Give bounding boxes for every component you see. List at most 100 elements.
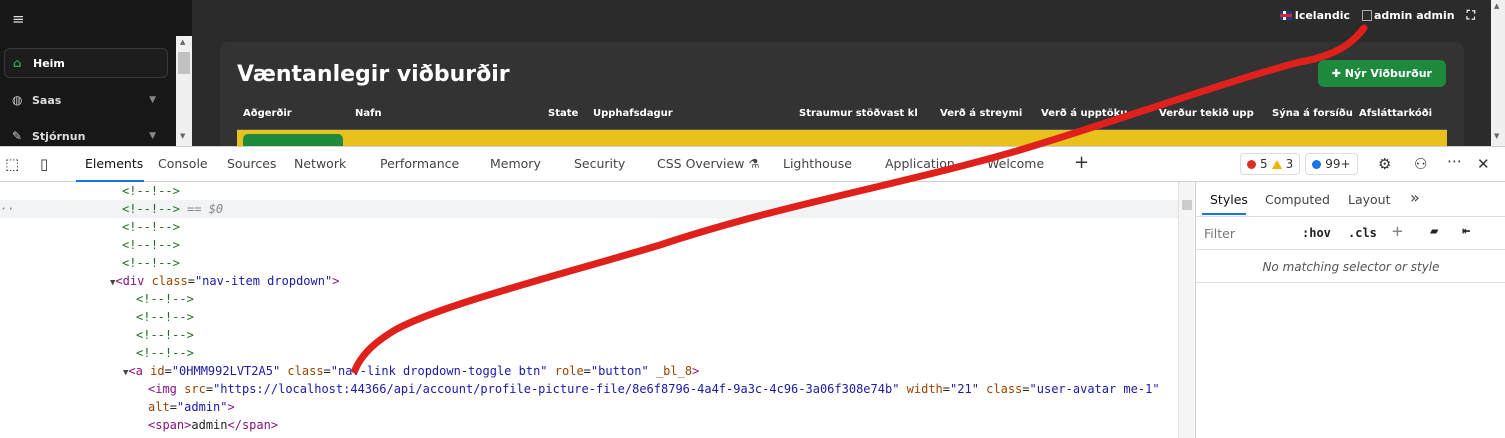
tab-lighthouse[interactable]: Lighthouse xyxy=(783,156,852,171)
inspect-element-icon[interactable]: ⬚ xyxy=(5,155,19,173)
attr-value: "user-avatar me-1" xyxy=(1029,382,1160,396)
attr-value: "button" xyxy=(590,364,649,378)
tab-computed[interactable]: Computed xyxy=(1265,192,1330,207)
scrollbar-thumb[interactable] xyxy=(1182,200,1192,210)
dom-comment-node[interactable]: <!--!--> xyxy=(122,218,180,236)
error-icon xyxy=(1247,159,1256,169)
column-header[interactable]: Verð á streymi xyxy=(940,108,1022,119)
page-scrollbar[interactable]: ▲ ▼ xyxy=(1491,0,1505,146)
dom-comment-node[interactable]: <!--!--> xyxy=(136,290,194,308)
tag-name: a xyxy=(135,364,143,378)
attr-value-link[interactable]: "https://localhost:44366/api/account/pro… xyxy=(213,382,899,396)
dom-span-node[interactable]: <span>admin</span> xyxy=(148,416,278,434)
tab-memory[interactable]: Memory xyxy=(490,156,541,171)
node-ellipsis[interactable]: ·· xyxy=(0,200,14,218)
dom-comment-node[interactable]: <!--!--> xyxy=(122,236,180,254)
row-action-button[interactable] xyxy=(243,134,343,146)
new-style-rule-icon[interactable]: + xyxy=(1392,221,1403,242)
column-header[interactable]: Afsláttarkóði xyxy=(1359,108,1432,119)
dom-comment-node[interactable]: <!--!--> xyxy=(136,308,194,326)
sidebar-item-stjornun[interactable]: ✎ Stjórnun ▼ xyxy=(4,121,168,146)
text-node: admin xyxy=(191,418,228,432)
comment-text: <!--!--> xyxy=(136,310,194,324)
dom-comment-node-selected[interactable]: ·· <!--!--> == $0 xyxy=(0,200,1178,218)
tab-elements[interactable]: Elements xyxy=(85,156,143,171)
scrollbar-thumb[interactable] xyxy=(178,52,190,74)
dom-comment-node[interactable]: <!--!--> xyxy=(136,344,194,362)
attr-name: class xyxy=(986,382,1023,396)
language-selector[interactable]: Icelandic xyxy=(1279,9,1350,22)
customize-icon[interactable]: ⚇ xyxy=(1414,155,1427,173)
tab-styles[interactable]: Styles xyxy=(1210,192,1248,207)
tag-name: div xyxy=(122,274,145,288)
scroll-up-icon[interactable]: ▲ xyxy=(180,38,185,46)
attr-value: "nav-link dropdown-toggle btn" xyxy=(330,364,548,378)
sidebar-item-label: Stjórnun xyxy=(32,129,86,143)
elements-scrollbar[interactable] xyxy=(1178,182,1194,438)
table-row[interactable] xyxy=(237,130,1447,146)
tab-security[interactable]: Security xyxy=(574,156,625,171)
tab-network[interactable]: Network xyxy=(294,156,346,171)
sidebar-item-saas[interactable]: ◍ Saas ▼ xyxy=(4,85,168,115)
column-header[interactable]: Straumur stöðvast kl xyxy=(799,108,918,119)
new-event-label: Nýr Viðburður xyxy=(1344,67,1432,80)
column-header[interactable]: Sýna á forsíðu xyxy=(1272,108,1353,119)
flask-icon: ⚗ xyxy=(748,156,760,171)
paint-brush-icon[interactable]: ▰ xyxy=(1430,223,1438,239)
dom-comment-node[interactable]: <!--!--> xyxy=(122,182,180,200)
fullscreen-icon[interactable]: ⛶ xyxy=(1467,8,1475,23)
sidebar-scrollbar[interactable]: ▲ ▼ xyxy=(176,36,192,146)
tab-css-overview[interactable]: CSS Overview ⚗ xyxy=(657,156,760,171)
column-header[interactable]: Verð á upptöku xyxy=(1041,108,1127,119)
dom-comment-node[interactable]: <!--!--> xyxy=(122,254,180,272)
dom-comment-node[interactable]: <!--!--> xyxy=(136,326,194,344)
new-event-button[interactable]: ✚ Nýr Viðburður xyxy=(1317,60,1446,87)
close-icon[interactable]: ✕ xyxy=(1477,155,1490,173)
column-header[interactable]: Nafn xyxy=(355,108,382,119)
attr-name: src xyxy=(184,382,206,396)
dom-img-node-continued[interactable]: alt="admin"> xyxy=(148,398,235,416)
dom-img-node[interactable]: <img src="https://localhost:44366/api/ac… xyxy=(148,380,1160,398)
hover-state-button[interactable]: :hov xyxy=(1302,226,1331,240)
tab-performance[interactable]: Performance xyxy=(380,156,459,171)
scroll-down-icon[interactable]: ▼ xyxy=(180,132,185,140)
tab-console[interactable]: Console xyxy=(158,156,208,171)
attr-name: alt xyxy=(148,400,170,414)
tab-layout[interactable]: Layout xyxy=(1348,192,1391,207)
scroll-down-icon[interactable]: ▼ xyxy=(1494,132,1499,140)
home-icon: ⌂ xyxy=(13,56,22,70)
column-header[interactable]: Aðgerðir xyxy=(243,108,292,119)
user-menu[interactable]: admin admin xyxy=(1362,9,1455,22)
column-header[interactable]: State xyxy=(548,108,578,119)
avatar-alt-text: admin xyxy=(1374,9,1413,22)
more-tabs-chevron-icon[interactable]: » xyxy=(1410,188,1420,207)
toggle-sidebar-icon[interactable]: ⇤ xyxy=(1462,223,1470,239)
tab-application[interactable]: Application xyxy=(885,156,955,171)
column-header[interactable]: Verður tekið upp xyxy=(1159,108,1254,119)
hamburger-menu-icon[interactable]: ≡ xyxy=(12,10,25,28)
device-toolbar-icon[interactable]: ▯ xyxy=(40,155,48,173)
more-options-icon[interactable]: ⋯ xyxy=(1447,152,1462,170)
add-tab-icon[interactable]: + xyxy=(1074,152,1089,173)
scroll-up-icon[interactable]: ▲ xyxy=(1494,2,1499,10)
messages-badge[interactable]: 99+ xyxy=(1305,153,1358,175)
column-header[interactable]: Upphafsdagur xyxy=(593,108,673,119)
errors-badge[interactable]: 5 3 xyxy=(1240,153,1301,175)
styles-filter-input[interactable] xyxy=(1200,221,1290,245)
tab-welcome[interactable]: Welcome xyxy=(987,156,1044,171)
plus-icon: ✚ xyxy=(1331,67,1341,80)
comment-text: <!--!--> xyxy=(136,292,194,306)
comment-text: <!--!--> xyxy=(136,328,194,342)
settings-gear-icon[interactable]: ⚙ xyxy=(1378,155,1391,173)
comment-text: <!--!--> xyxy=(122,238,180,252)
dom-div-node[interactable]: ▼<div class="nav-item dropdown"> xyxy=(110,272,339,290)
chevron-down-icon: ▼ xyxy=(149,131,156,141)
screenshot-root: ≡ ⌂ Heim ◍ Saas ▼ ✎ Stjórnun ▼ ▲ ▼ Icela… xyxy=(0,0,1505,438)
devtools-tab-bar: ⬚ ▯ Elements Console Sources Network Per… xyxy=(0,146,1505,182)
warnings-count: 3 xyxy=(1285,157,1294,171)
sidebar-item-heim[interactable]: ⌂ Heim xyxy=(4,48,168,78)
attr-name: role xyxy=(554,364,584,378)
class-toggle-button[interactable]: .cls xyxy=(1348,226,1377,240)
dom-a-node[interactable]: ▼<a id="0HMM992LVT2A5" class="nav-link d… xyxy=(123,362,699,380)
tab-sources[interactable]: Sources xyxy=(227,156,276,171)
